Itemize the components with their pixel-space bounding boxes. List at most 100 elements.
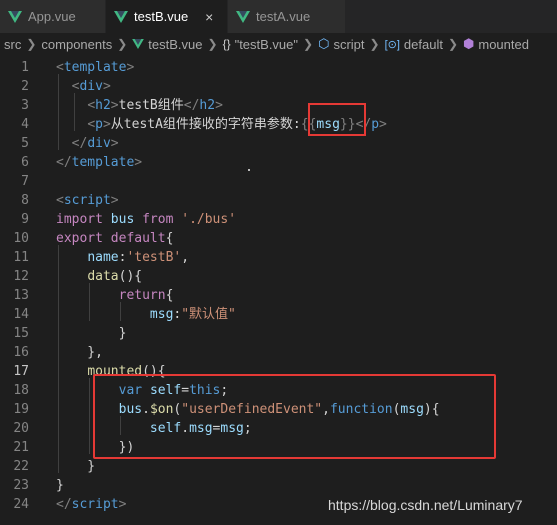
breadcrumb-mounted[interactable]: mounted <box>478 37 529 52</box>
code-token: > <box>126 60 135 75</box>
code-token: (){ <box>118 269 143 284</box>
code-line[interactable]: 7 <box>0 172 557 191</box>
code-text: <template> <box>56 58 134 77</box>
tab-app-vue[interactable]: App.vue <box>0 0 106 33</box>
watermark: https://blog.csdn.net/Luminary7 <box>328 497 523 513</box>
code-token: return <box>118 288 166 303</box>
code-text: </div> <box>56 134 119 153</box>
code-line[interactable]: 1 <template> <box>0 58 557 77</box>
code-line[interactable]: 12 data(){ <box>0 267 557 286</box>
close-icon[interactable]: × <box>202 9 216 25</box>
code-token: } <box>56 459 96 474</box>
line-number: 19 <box>13 402 29 417</box>
line-number: 8 <box>21 193 29 208</box>
line-number: 7 <box>21 174 29 189</box>
code-token: p <box>371 117 380 132</box>
editor-tabs-bar: App.vue testB.vue × testA.vue <box>0 0 557 33</box>
line-number: 15 <box>13 326 29 341</box>
code-line[interactable]: 14 msg:"默认值" <box>0 305 557 324</box>
field-icon: [⊙] <box>384 38 400 51</box>
chevron-right-icon: ❯ <box>207 37 218 51</box>
breadcrumb-components[interactable]: components <box>41 37 112 52</box>
code-text: msg:"默认值" <box>56 305 236 324</box>
code-token: script <box>63 193 111 208</box>
code-token: import <box>56 212 103 227</box>
line-number: 5 <box>21 136 29 151</box>
code-line[interactable]: 9 import bus from './bus' <box>0 210 557 229</box>
breadcrumb: src ❯ components ❯ testB.vue ❯ {} "testB… <box>0 33 557 55</box>
code-line[interactable]: 15 } <box>0 324 557 343</box>
code-token: > <box>102 79 111 94</box>
code-text: <script> <box>56 191 119 210</box>
breadcrumb-default[interactable]: default <box>404 37 443 52</box>
code-token: > <box>102 117 111 132</box>
code-text: } <box>56 324 127 343</box>
code-text: <div> <box>56 77 111 96</box>
breadcrumb-script[interactable]: script <box>333 37 364 52</box>
code-token: < <box>56 60 64 75</box>
code-text: import bus from './bus' <box>56 210 236 229</box>
code-token: </ <box>56 155 72 170</box>
line-number: 10 <box>13 231 29 246</box>
code-token: > <box>379 117 387 132</box>
vue-icon <box>114 10 128 23</box>
tab-testa-vue[interactable]: testA.vue <box>228 0 346 33</box>
breadcrumb-module[interactable]: "testB.vue" <box>235 37 298 52</box>
code-line[interactable]: 4 <p>从testA组件接收的字符串参数:{{msg}}</p> <box>0 115 557 134</box>
code-token: "默认值" <box>181 307 236 322</box>
code-token: }, <box>56 345 103 360</box>
code-line[interactable]: 13 return{ <box>0 286 557 305</box>
code-token: { <box>165 231 174 246</box>
line-number: 4 <box>21 117 29 132</box>
code-line[interactable]: 3 <h2>testB组件</h2> <box>0 96 557 115</box>
code-line[interactable]: 16 }, <box>0 343 557 362</box>
line-number: 3 <box>21 98 29 113</box>
vue-icon <box>236 10 250 23</box>
code-token: data <box>87 269 119 284</box>
code-line[interactable]: 10 export default{ <box>0 229 557 248</box>
code-line[interactable]: 11 name:'testB', <box>0 248 557 267</box>
code-line[interactable]: 22 } <box>0 457 557 476</box>
code-text: data(){ <box>56 267 142 286</box>
tab-label: testA.vue <box>256 9 311 24</box>
code-line[interactable]: 6 </template> <box>0 153 557 172</box>
code-text: return{ <box>56 286 174 305</box>
code-token: testB组件 <box>118 98 184 113</box>
code-text: </script> <box>56 495 126 514</box>
vue-icon <box>8 10 22 23</box>
line-number: 13 <box>13 288 29 303</box>
line-number: 20 <box>13 421 29 436</box>
code-line[interactable]: 23} <box>0 476 557 495</box>
code-token: > <box>118 497 127 512</box>
breadcrumb-src[interactable]: src <box>4 37 21 52</box>
tab-testb-vue[interactable]: testB.vue × <box>106 0 228 33</box>
code-line[interactable]: 5 </div> <box>0 134 557 153</box>
code-line[interactable]: 2 <div> <box>0 77 557 96</box>
code-token: p <box>95 117 103 132</box>
line-number: 24 <box>13 497 29 512</box>
chevron-right-icon: ❯ <box>303 37 314 51</box>
chevron-right-icon: ❯ <box>447 37 459 51</box>
code-token: bus <box>110 212 135 227</box>
code-text: <h2>testB组件</h2> <box>56 96 223 115</box>
code-token: from <box>142 212 174 227</box>
method-cube-icon: ⬢ <box>463 36 475 51</box>
code-text: name:'testB', <box>56 248 189 267</box>
code-token: h2 <box>95 98 111 113</box>
line-number: 1 <box>21 60 29 75</box>
vue-icon <box>132 39 145 49</box>
code-token: div <box>87 136 111 151</box>
code-token: } <box>56 478 64 493</box>
breadcrumb-file[interactable]: testB.vue <box>148 37 202 52</box>
line-number: 16 <box>13 345 29 360</box>
cube-outline-icon: ⬡ <box>318 36 330 51</box>
code-line[interactable]: 8 <script> <box>0 191 557 210</box>
code-token: > <box>110 136 119 151</box>
code-token: h2 <box>199 98 216 113</box>
